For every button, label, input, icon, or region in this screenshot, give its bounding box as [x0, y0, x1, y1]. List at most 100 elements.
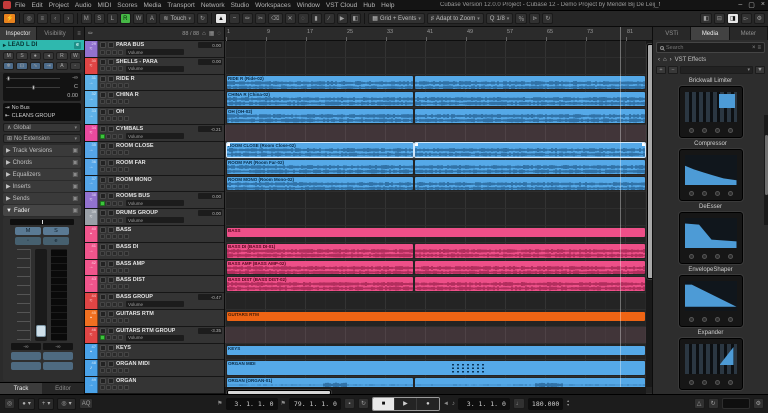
track-solo-button[interactable]	[108, 193, 114, 199]
arrange-row[interactable]: ORGAN MIDI	[225, 360, 652, 377]
track-mini-button[interactable]	[106, 284, 111, 289]
track-monitor-button[interactable]	[118, 302, 123, 307]
add-filter-button[interactable]: +	[656, 66, 666, 74]
automation-read-button[interactable]	[100, 302, 105, 307]
track-edit-button[interactable]	[112, 218, 117, 223]
track-mini-button[interactable]	[106, 352, 111, 357]
read-button[interactable]: R	[56, 52, 67, 60]
plugin-thumbnail[interactable]	[679, 338, 743, 390]
menu-workspaces[interactable]: Workspaces	[252, 2, 294, 9]
track-solo-button[interactable]	[108, 59, 114, 65]
automation-write-button[interactable]	[106, 66, 111, 71]
record-enable-button[interactable]: ●	[30, 52, 41, 60]
menu-file[interactable]: File	[12, 2, 28, 9]
track-name[interactable]: BASS AMP	[116, 261, 145, 267]
track-name[interactable]: ROOM CLOSE	[116, 143, 154, 149]
track-row[interactable]: →49ORGAN	[85, 377, 224, 394]
funnel-icon[interactable]: ▼	[755, 66, 765, 74]
write-automation-button[interactable]: W	[133, 13, 145, 24]
automation-parameter[interactable]: Volume	[126, 133, 184, 139]
automation-parameter[interactable]: Volume	[126, 49, 184, 55]
track-mute-button[interactable]	[100, 42, 106, 48]
plugin-item[interactable]: Compressor	[653, 141, 768, 201]
track-mini-button[interactable]	[106, 385, 111, 390]
track-mini-button[interactable]	[112, 184, 117, 189]
section-chords[interactable]: ▶Chords▣	[3, 157, 81, 168]
suspend-automation-button[interactable]: A	[146, 13, 157, 24]
audio-event[interactable]: ROOM CLOSE (Room Close-02)	[227, 143, 413, 157]
track-mini-button[interactable]	[112, 150, 117, 155]
track-row[interactable]: →31RIDE R	[85, 75, 224, 92]
section-equalizers[interactable]: ▶Equalizers▣	[3, 169, 81, 180]
track-mini-button[interactable]	[100, 284, 105, 289]
fader-edit-button[interactable]: e	[43, 237, 69, 245]
plugin-item[interactable]: Expander	[653, 330, 768, 390]
automation-write-button[interactable]	[106, 50, 111, 55]
track-mini-button[interactable]	[112, 284, 117, 289]
tempo-spinner[interactable]: ▲▼	[566, 400, 569, 407]
solo-button[interactable]: S	[16, 52, 27, 60]
track-row[interactable]: →42BASS AMP	[85, 260, 224, 277]
tab-track[interactable]: Track	[0, 382, 42, 394]
constrain-delay-icon[interactable]: ◎	[23, 13, 34, 24]
track-row[interactable]: ≈38ROOMS BUS0.00Volume	[85, 192, 224, 209]
meter-option-button-4[interactable]	[43, 362, 73, 370]
record-mode-dropdown[interactable]: ● ▾	[18, 398, 35, 410]
sync-icon[interactable]: ↻	[708, 398, 719, 409]
tab-vsti[interactable]: VSTi	[653, 27, 691, 40]
track-mute-button[interactable]	[100, 244, 106, 250]
track-solo-button[interactable]	[108, 143, 114, 149]
track-row[interactable]: ≈39DRUMS GROUP0.00Volume	[85, 209, 224, 226]
track-monitor-button[interactable]	[118, 134, 123, 139]
audio-event[interactable]	[415, 244, 645, 258]
track-name[interactable]: BASS DIST	[116, 277, 145, 283]
menu-midi[interactable]: MIDI	[95, 2, 115, 9]
plugin-item[interactable]: DeEsser	[653, 204, 768, 264]
selected-track-header[interactable]: ▸ LEAD L DI e	[0, 40, 84, 50]
lower-zone-toggle[interactable]: ⊟	[714, 13, 725, 24]
track-name[interactable]: GUITARS RTM GROUP	[116, 328, 175, 334]
track-mute-button[interactable]	[100, 361, 106, 367]
track-mini-button[interactable]	[118, 284, 123, 289]
track-mini-button[interactable]	[118, 83, 123, 88]
plugin-thumbnail[interactable]	[679, 275, 743, 327]
transport-gear-icon[interactable]: ⚙	[753, 398, 764, 409]
track-row[interactable]: →41BASS DI	[85, 243, 224, 260]
track-edit-button[interactable]	[112, 50, 117, 55]
automation-read-button[interactable]	[100, 218, 105, 223]
track-row[interactable]: ≈30SHELLS - PARA0.00Volume	[85, 58, 224, 75]
quantize-mode-dropdown[interactable]: ◎ ▾	[57, 398, 75, 410]
track-row[interactable]: ♪48ORGAN MIDI	[85, 360, 224, 377]
menu-project[interactable]: Project	[46, 2, 72, 9]
track-mini-button[interactable]	[124, 385, 129, 390]
track-solo-button[interactable]	[108, 109, 114, 115]
track-solo-button[interactable]	[108, 177, 114, 183]
menu-network[interactable]: Network	[198, 2, 228, 9]
cycle-icon[interactable]: ↻	[358, 398, 369, 409]
track-mini-button[interactable]	[124, 150, 129, 155]
automation-read-button[interactable]	[100, 335, 105, 340]
filter-dropdown[interactable]: ▾	[680, 66, 753, 74]
plugin-thumbnail[interactable]	[679, 149, 743, 201]
audio-event[interactable]: ROOM MONO (Room Mono-02)	[227, 177, 413, 191]
minimize-button[interactable]: –	[738, 1, 742, 9]
arrange-row[interactable]	[225, 125, 652, 142]
audio-event[interactable]: BASS	[227, 228, 645, 237]
track-mini-button[interactable]	[118, 251, 123, 256]
automation-parameter[interactable]: Volume	[126, 200, 184, 206]
auto-scroll-icon[interactable]: ↻	[197, 13, 208, 24]
volume-fader[interactable]	[35, 249, 47, 341]
input-routing[interactable]: ⇥ No Bus	[5, 104, 79, 112]
arrange-row[interactable]: BASS AMP (BASS AMP-02)	[225, 260, 652, 277]
track-name[interactable]: PARA BUS	[116, 42, 144, 48]
event-handle[interactable]	[642, 143, 645, 146]
track-name[interactable]: CYMBALS	[116, 126, 143, 132]
section-track-versions[interactable]: ▶Track Versions▣	[3, 145, 81, 156]
listen-button[interactable]: L	[107, 13, 118, 24]
track-row[interactable]: →37ROOM MONO	[85, 176, 224, 193]
automation-parameter[interactable]: Volume	[126, 217, 184, 223]
track-mini-button[interactable]	[118, 116, 123, 121]
quantize-panel-icon[interactable]: ⊳	[529, 13, 540, 24]
track-solo-button[interactable]	[108, 311, 114, 317]
arrange-row[interactable]	[225, 192, 652, 209]
